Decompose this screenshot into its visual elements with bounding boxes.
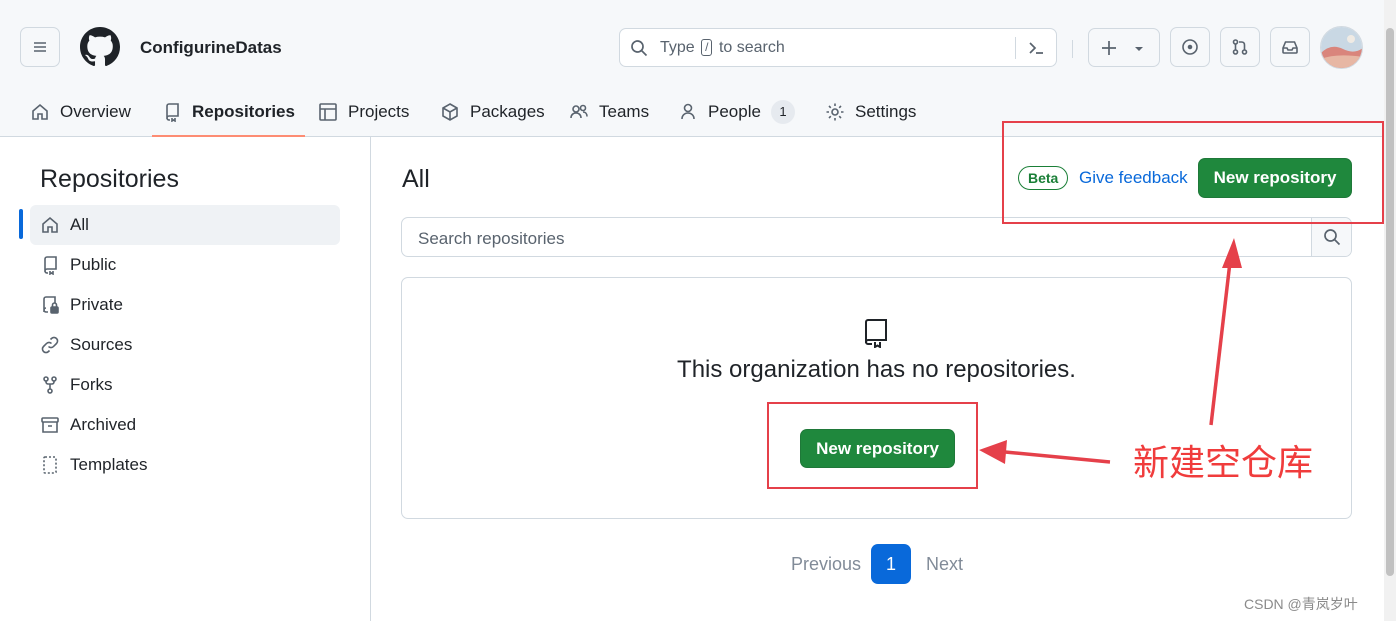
tab-projects[interactable]: Projects: [318, 88, 409, 136]
package-icon: [442, 103, 458, 121]
table-icon: [319, 103, 337, 121]
repo-icon: [44, 256, 57, 275]
tab-settings[interactable]: Settings: [825, 88, 916, 136]
app-header: ConfigurineDatas Type / to search Overvi…: [0, 0, 1384, 137]
pull-request-icon: [1232, 39, 1248, 55]
inbox-icon: [1282, 41, 1298, 54]
repo-icon: [864, 319, 887, 348]
inbox-button[interactable]: [1270, 27, 1310, 67]
command-palette-icon[interactable]: [1027, 39, 1045, 57]
link-icon: [41, 336, 59, 354]
sidebar-item-sources[interactable]: Sources: [30, 325, 340, 365]
repo-icon: [166, 103, 179, 122]
slash-key: /: [701, 39, 713, 56]
people-icon: [570, 104, 588, 119]
tab-people[interactable]: People 1: [678, 88, 795, 136]
global-search-input[interactable]: Type / to search: [619, 28, 1057, 67]
previous-page-button[interactable]: Previous: [791, 544, 861, 584]
repo-locked-icon: [43, 296, 59, 314]
issue-opened-icon: [1182, 39, 1198, 55]
tab-packages[interactable]: Packages: [440, 88, 545, 136]
page-scrollbar[interactable]: [1384, 0, 1396, 621]
current-page-button[interactable]: 1: [871, 544, 911, 584]
sidebar-item-forks[interactable]: Forks: [30, 365, 340, 405]
header-divider: [1072, 40, 1073, 58]
active-indicator: [19, 209, 23, 239]
sidebar-item-templates[interactable]: Templates: [30, 445, 340, 485]
sidebar: Repositories All Public Private Sources …: [0, 137, 371, 621]
chevron-down-icon: [1135, 47, 1143, 51]
people-counter: 1: [770, 100, 795, 124]
repo-template-icon: [43, 456, 57, 474]
gear-icon: [826, 103, 844, 121]
github-logo-icon[interactable]: [80, 27, 120, 67]
pull-requests-button[interactable]: [1220, 27, 1260, 67]
create-new-button[interactable]: [1088, 28, 1160, 67]
sidebar-item-public[interactable]: Public: [30, 245, 340, 285]
home-icon: [42, 216, 58, 233]
sidebar-item-archived[interactable]: Archived: [30, 405, 340, 445]
search-icon: [631, 40, 648, 57]
tab-teams[interactable]: Teams: [569, 88, 649, 136]
sidebar-item-all[interactable]: All: [30, 205, 340, 245]
repo-search-placeholder: Search repositories: [418, 229, 565, 248]
fork-icon: [43, 376, 57, 394]
search-icon: [1323, 229, 1340, 246]
tab-repositories[interactable]: Repositories: [152, 88, 305, 137]
plus-icon: [1102, 41, 1116, 55]
issues-button[interactable]: [1170, 27, 1210, 67]
hamburger-icon: [34, 42, 46, 52]
next-page-button[interactable]: Next: [926, 544, 963, 584]
global-search-placeholder: Type / to search: [660, 39, 785, 56]
person-icon: [681, 103, 695, 120]
menu-button[interactable]: [20, 27, 60, 67]
sidebar-title: Repositories: [40, 165, 179, 193]
watermark: CSDN @青岚岁叶: [1244, 596, 1358, 612]
home-icon: [32, 103, 48, 120]
tab-overview[interactable]: Overview: [30, 88, 131, 136]
annotation-box-top: [1002, 121, 1384, 224]
annotation-label: 新建空仓库: [1133, 443, 1314, 484]
sidebar-item-private[interactable]: Private: [30, 285, 340, 325]
avatar-image: [1321, 27, 1362, 68]
scrollbar-thumb[interactable]: [1386, 28, 1394, 576]
org-name[interactable]: ConfigurineDatas: [140, 38, 282, 58]
user-avatar[interactable]: [1320, 26, 1363, 69]
archive-icon: [41, 417, 59, 433]
annotation-box-center: [767, 402, 978, 489]
top-bar: ConfigurineDatas Type / to search: [0, 8, 1384, 88]
page-title: All: [402, 165, 430, 193]
search-divider: [1015, 37, 1016, 59]
